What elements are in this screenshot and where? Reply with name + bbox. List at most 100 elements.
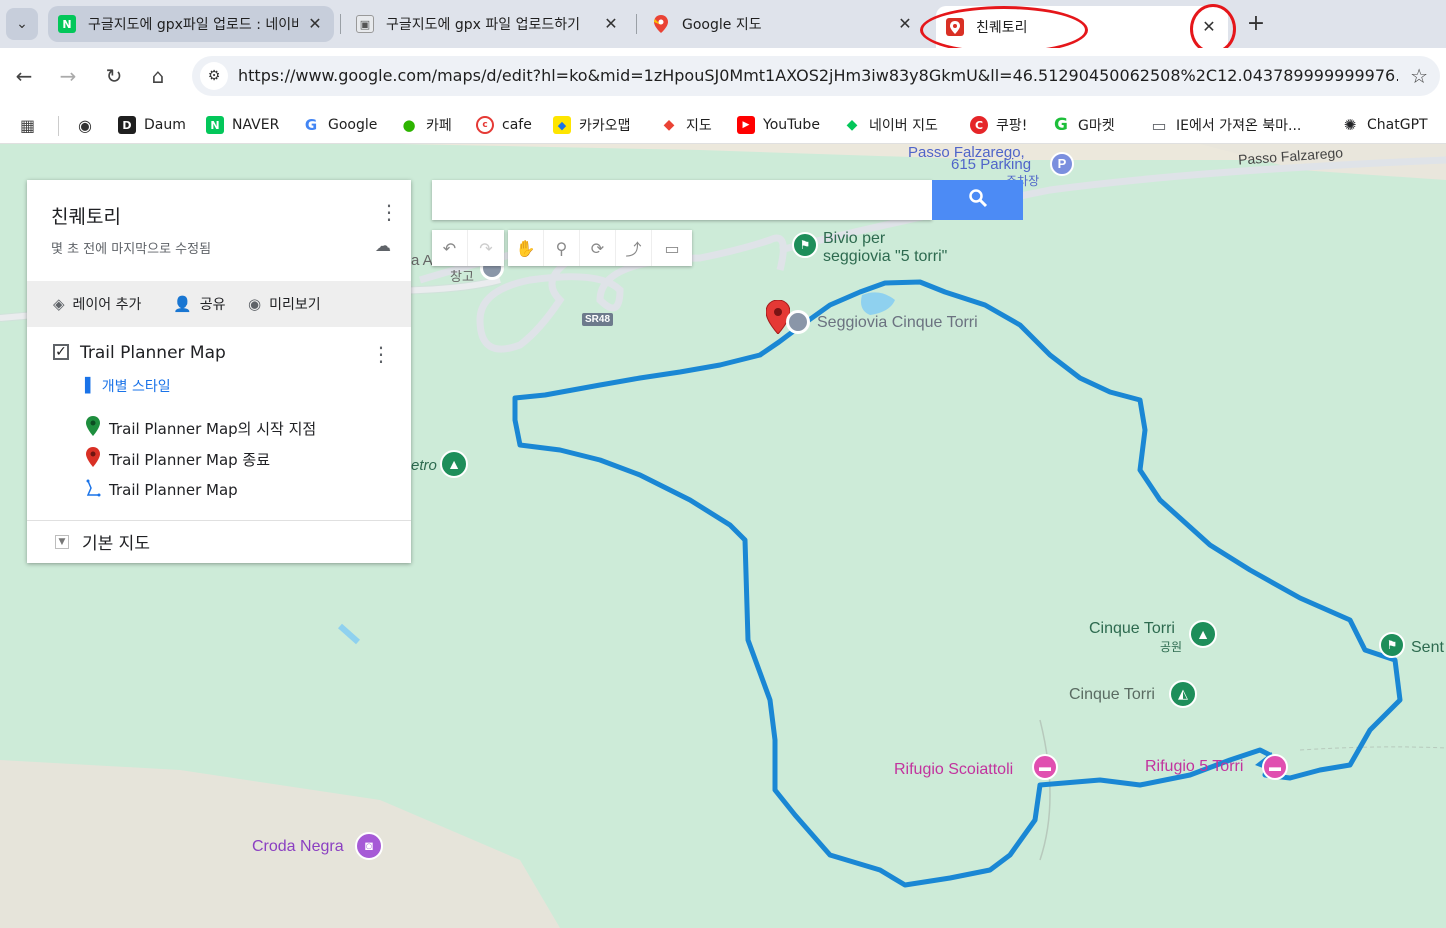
- bookmark-cafe-naver[interactable]: ● 카페: [400, 114, 452, 136]
- tab-title: 구글지도에 gpx 파일 업로드하기: [386, 17, 580, 33]
- tab-gpx-upload[interactable]: ▣ 구글지도에 gpx 파일 업로드하기 ✕: [346, 6, 630, 42]
- back-icon[interactable]: ←: [8, 60, 40, 92]
- tab-divider: [636, 14, 637, 34]
- bookmark-coupang[interactable]: C 쿠팡!: [970, 114, 1027, 136]
- bookmark-youtube[interactable]: ▶ YouTube: [737, 114, 820, 136]
- bookmark-folder-ie[interactable]: ▭ IE에서 가져온 북마...: [1150, 114, 1301, 136]
- search-button[interactable]: [932, 180, 1023, 220]
- map-search-input[interactable]: [432, 180, 932, 220]
- site-info-icon[interactable]: ⚙: [200, 62, 228, 90]
- trail-route-path: [512, 279, 1403, 888]
- daum-icon: D: [118, 116, 136, 134]
- address-bar[interactable]: ⚙ https://www.google.com/maps/d/edit?hl=…: [192, 56, 1440, 96]
- individual-style-link[interactable]: ▌ 개별 스타일: [85, 376, 171, 396]
- add-marker-icon[interactable]: ⚲: [544, 230, 580, 266]
- close-tab-icon[interactable]: ✕: [896, 15, 914, 33]
- hand-icon[interactable]: ✋: [508, 230, 544, 266]
- poi-label[interactable]: Cinque Torri: [1089, 620, 1175, 638]
- layer-item-route[interactable]: Trail Planner Map: [85, 479, 238, 501]
- preview-label: 미리보기: [269, 297, 321, 313]
- tab-naver-blog[interactable]: N 구글지도에 gpx파일 업로드 : 네이버 블로그 ✕: [48, 6, 334, 42]
- bookmark-divider: [58, 116, 59, 136]
- bookmark-kakaomap[interactable]: ◆ 카카오맵: [553, 114, 631, 136]
- map-tools: ↶ ↷ ✋ ⚲ ⟳ ⤴ ▭: [432, 230, 696, 266]
- bookmark-naver[interactable]: N NAVER: [206, 114, 279, 136]
- lodging-icon[interactable]: ▬: [1032, 754, 1058, 780]
- poi-label: etro: [411, 457, 437, 474]
- road-shield: SR48: [582, 313, 614, 326]
- eye-icon: ◉: [248, 295, 262, 313]
- bookmark-label: cafe: [502, 117, 532, 133]
- mountain-icon[interactable]: ◭: [1169, 680, 1197, 708]
- park-tree-icon[interactable]: ▲: [440, 450, 468, 478]
- last-edited-text: 몇 초 전에 마지막으로 수정됨: [51, 242, 212, 257]
- bookmark-star-icon[interactable]: ☆: [1410, 64, 1428, 88]
- poi-label[interactable]: Croda Negra: [252, 838, 344, 856]
- ruler-icon[interactable]: ▭: [652, 230, 692, 266]
- url-text[interactable]: https://www.google.com/maps/d/edit?hl=ko…: [238, 66, 1398, 85]
- bookmark-label: 카페: [426, 118, 452, 134]
- style-label: 개별 스타일: [101, 379, 171, 395]
- tab-search-button[interactable]: ⌄: [6, 8, 38, 40]
- bookmark-naver-map[interactable]: ◆ 네이버 지도: [843, 114, 938, 136]
- layers-icon: ◈: [53, 295, 65, 313]
- poi-label[interactable]: Rifugio 5 Torri: [1145, 758, 1243, 776]
- naver-icon: N: [58, 15, 76, 33]
- layer-checkbox[interactable]: ✓: [53, 344, 69, 360]
- cloud-saved-icon: ☁: [375, 236, 391, 255]
- kakaomap-icon: ◆: [553, 116, 571, 134]
- directions-icon[interactable]: ⤴: [616, 230, 652, 266]
- folder-icon: ▭: [1151, 115, 1167, 135]
- base-map-label[interactable]: 기본 지도: [82, 529, 150, 554]
- chairlift-icon[interactable]: [786, 310, 810, 334]
- poi-label[interactable]: Bivio per: [823, 230, 885, 248]
- lodging-icon[interactable]: ▬: [1262, 754, 1288, 780]
- poi-label[interactable]: 615 Parking: [951, 156, 1031, 173]
- globe-icon[interactable]: ◉: [78, 114, 92, 136]
- reload-icon[interactable]: ↻: [98, 60, 130, 92]
- redo-icon[interactable]: ↷: [468, 230, 504, 266]
- forward-icon[interactable]: →: [52, 60, 84, 92]
- add-layer-button[interactable]: ◈ 레이어 추가: [53, 294, 141, 314]
- undo-icon[interactable]: ↶: [432, 230, 468, 266]
- close-tab-icon[interactable]: ✕: [602, 15, 620, 33]
- poi-label[interactable]: Cinque Torri: [1069, 686, 1155, 704]
- url-host: https://www.google.com: [238, 66, 432, 85]
- poi-label[interactable]: Rifugio Scoiattoli: [894, 761, 1013, 779]
- hiking-icon[interactable]: ⚑: [1379, 632, 1405, 658]
- draw-line-icon[interactable]: ⟳: [580, 230, 616, 266]
- tab-google-maps[interactable]: Google 지도 ✕: [642, 6, 924, 42]
- bookmark-google[interactable]: G Google: [302, 114, 378, 136]
- add-person-icon: 👤: [173, 295, 192, 313]
- close-tab-icon[interactable]: ✕: [306, 15, 324, 33]
- expand-arrow-icon[interactable]: ▼: [55, 535, 69, 549]
- layer-name[interactable]: Trail Planner Map: [80, 343, 226, 363]
- url-path: /maps/d/edit?hl=ko&mid=1zHpouSJ0Mmt1AXOS…: [431, 66, 1398, 85]
- layer-item-label: Trail Planner Map의 시작 지점: [109, 419, 317, 438]
- layer-item-end[interactable]: Trail Planner Map 종료: [85, 447, 270, 471]
- bookmark-label: G마켓: [1078, 118, 1115, 134]
- gmarket-icon: G: [1054, 115, 1068, 135]
- hiking-icon[interactable]: ⚑: [792, 232, 818, 258]
- bookmark-gmarket[interactable]: G G마켓: [1052, 114, 1115, 136]
- bookmark-daum[interactable]: D Daum: [118, 114, 186, 136]
- poi-label[interactable]: seggiovia "5 torri": [823, 248, 947, 266]
- parking-icon[interactable]: P: [1050, 152, 1074, 176]
- camera-icon[interactable]: ◙: [355, 832, 383, 860]
- poi-label[interactable]: Seggiovia Cinque Torri: [817, 314, 978, 332]
- layer-item-start[interactable]: Trail Planner Map의 시작 지점: [85, 416, 316, 440]
- home-icon[interactable]: ⌂: [142, 60, 174, 92]
- apps-icon[interactable]: ▦: [20, 114, 35, 136]
- preview-button[interactable]: ◉ 미리보기: [248, 294, 321, 314]
- park-tree-icon[interactable]: ▲: [1189, 620, 1217, 648]
- more-options-icon[interactable]: ⋮: [379, 200, 399, 224]
- add-layer-label: 레이어 추가: [72, 297, 142, 313]
- layer-options-icon[interactable]: ⋮: [371, 342, 391, 366]
- bookmark-google-maps[interactable]: ◆ 지도: [660, 114, 712, 136]
- poi-label[interactable]: Sent: [1411, 639, 1444, 657]
- map-title[interactable]: 친퀘토리: [51, 202, 121, 229]
- bookmark-chatgpt[interactable]: ✺ ChatGPT: [1341, 114, 1428, 136]
- new-tab-button[interactable]: +: [1242, 10, 1270, 38]
- bookmark-cafe-daum[interactable]: c cafe: [476, 114, 532, 136]
- share-button[interactable]: 👤 공유: [173, 294, 225, 314]
